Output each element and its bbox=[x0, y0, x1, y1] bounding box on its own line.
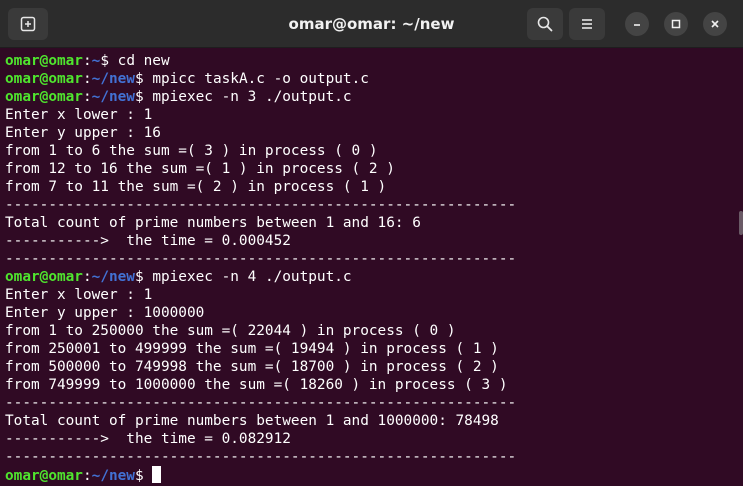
prompt-colon: : bbox=[82, 468, 92, 484]
output-line: from 7 to 11 the sum =( 2 ) in process (… bbox=[5, 179, 387, 195]
output-line: -----------> the time = 0.082912 bbox=[5, 431, 291, 447]
command-text: mpiexec -n 3 ./output.c bbox=[152, 89, 352, 105]
prompt-colon: : bbox=[82, 89, 92, 105]
output-line: Enter y upper : 1000000 bbox=[5, 305, 205, 321]
prompt-colon: : bbox=[82, 269, 92, 285]
output-line: from 12 to 16 the sum =( 1 ) in process … bbox=[5, 161, 395, 177]
prompt-user: omar@omar bbox=[5, 269, 83, 285]
prompt-path: ~/new bbox=[91, 71, 135, 87]
maximize-button[interactable] bbox=[664, 12, 688, 36]
close-button[interactable] bbox=[703, 12, 727, 36]
command-text: cd new bbox=[117, 53, 170, 69]
prompt-symbol: $ bbox=[134, 468, 153, 484]
maximize-icon bbox=[671, 19, 681, 29]
new-tab-button[interactable] bbox=[8, 8, 48, 40]
command-text: mpicc taskA.c -o output.c bbox=[152, 71, 369, 87]
search-button[interactable] bbox=[527, 8, 563, 40]
terminal-output[interactable]: omar@omar:~$ cd new omar@omar:~/new$ mpic… bbox=[0, 48, 743, 486]
hamburger-menu-icon bbox=[582, 19, 592, 29]
prompt-user: omar@omar bbox=[5, 468, 83, 484]
output-line: Total count of prime numbers between 1 a… bbox=[5, 413, 499, 429]
menu-button[interactable] bbox=[569, 8, 605, 40]
prompt-path: ~/new bbox=[91, 89, 135, 105]
output-line: Total count of prime numbers between 1 a… bbox=[5, 215, 421, 231]
prompt-path: ~/new bbox=[91, 468, 135, 484]
output-line: from 749999 to 1000000 the sum =( 18260 … bbox=[5, 377, 508, 393]
output-line: from 250001 to 499999 the sum =( 19494 )… bbox=[5, 341, 499, 357]
output-line: ----------------------------------------… bbox=[5, 395, 517, 411]
output-line: from 1 to 250000 the sum =( 22044 ) in p… bbox=[5, 323, 456, 339]
output-line: ----------------------------------------… bbox=[5, 251, 517, 267]
prompt-symbol: $ bbox=[134, 89, 153, 105]
new-tab-icon bbox=[20, 16, 36, 32]
prompt-user: omar@omar bbox=[5, 89, 83, 105]
output-line: from 1 to 6 the sum =( 3 ) in process ( … bbox=[5, 143, 378, 159]
output-line: Enter x lower : 1 bbox=[5, 107, 153, 123]
output-line: Enter y upper : 16 bbox=[5, 125, 161, 141]
prompt-colon: : bbox=[82, 53, 92, 69]
minimize-button[interactable] bbox=[625, 12, 649, 36]
prompt-symbol: $ bbox=[134, 71, 153, 87]
output-line: Enter x lower : 1 bbox=[5, 287, 153, 303]
prompt-symbol: $ bbox=[100, 53, 118, 69]
prompt-line: omar@omar:~/new$ bbox=[5, 466, 743, 484]
prompt-line: omar@omar:~/new$ mpicc taskA.c -o output… bbox=[5, 70, 743, 88]
close-icon bbox=[711, 20, 719, 28]
prompt-line: omar@omar:~/new$ mpiexec -n 3 ./output.c bbox=[5, 88, 743, 106]
command-text: mpiexec -n 4 ./output.c bbox=[152, 269, 352, 285]
prompt-user: omar@omar bbox=[5, 53, 83, 69]
output-line: ----------------------------------------… bbox=[5, 449, 517, 465]
prompt-symbol: $ bbox=[134, 269, 153, 285]
output-line: -----------> the time = 0.000452 bbox=[5, 233, 291, 249]
header-bar: omar@omar: ~/new bbox=[0, 0, 743, 48]
prompt-path: ~/new bbox=[91, 269, 135, 285]
minimize-icon bbox=[634, 24, 640, 26]
output-line: from 500000 to 749998 the sum =( 18700 )… bbox=[5, 359, 499, 375]
text-cursor bbox=[152, 466, 162, 483]
search-icon bbox=[537, 16, 553, 32]
prompt-user: omar@omar bbox=[5, 71, 83, 87]
prompt-colon: : bbox=[82, 71, 92, 87]
prompt-line: omar@omar:~/new$ mpiexec -n 4 ./output.c bbox=[5, 268, 743, 286]
terminal-window: omar@omar: ~/new omar@omar:~$ cd new oma… bbox=[0, 0, 743, 486]
prompt-line: omar@omar:~$ cd new bbox=[5, 52, 743, 70]
output-line: ----------------------------------------… bbox=[5, 197, 517, 213]
scrollbar[interactable] bbox=[739, 211, 743, 235]
